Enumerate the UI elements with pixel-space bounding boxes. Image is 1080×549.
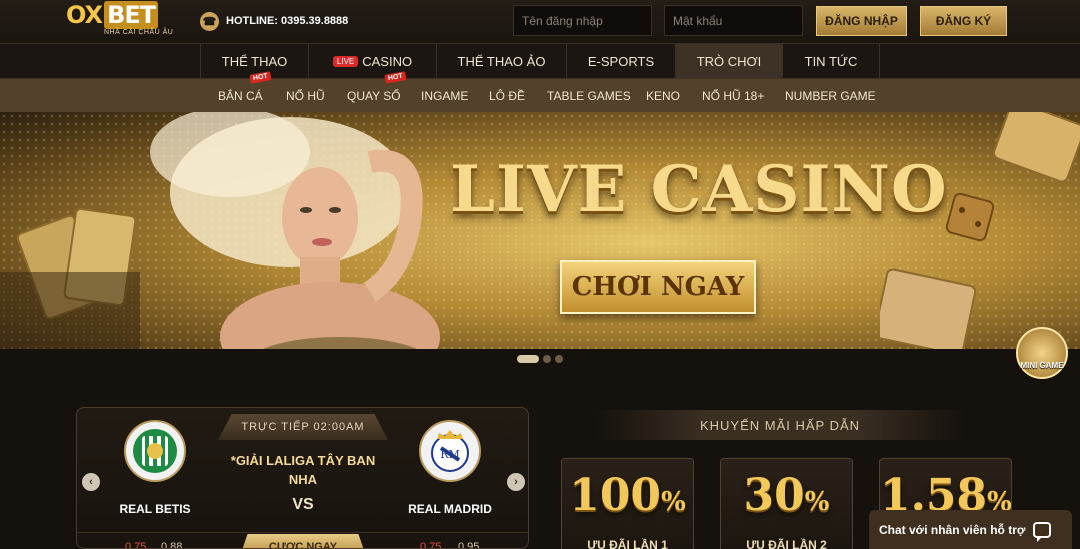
match-divider (77, 532, 528, 533)
carousel-dot[interactable] (543, 355, 551, 363)
banner-title: LIVE CASINO (450, 152, 948, 227)
subnav-item-fish[interactable]: BẮN CÁ HOT (218, 71, 272, 112)
carousel-dot[interactable] (517, 355, 539, 363)
subnav-item-lo-de[interactable]: LÔ ĐỀ (489, 79, 525, 112)
real-betis-crest-icon (124, 420, 186, 482)
promo-label: ƯU ĐÃI LẦN 1 (587, 538, 668, 549)
carousel-dot[interactable] (555, 355, 563, 363)
subnav-item-number-game[interactable]: NUMBER GAME (785, 79, 876, 112)
main-nav: THỂ THAO LIVE CASINO THỂ THAO ẢO E-SPORTS… (0, 44, 1080, 79)
subnav-item-keno[interactable]: KENO (646, 79, 680, 112)
promo-unit: % (804, 487, 830, 517)
next-match-arrow-icon[interactable]: › (507, 473, 525, 491)
hotline-text: HOTLINE: 0395.39.8888 (226, 15, 349, 27)
subnav-item-label: BẮN CÁ (218, 88, 263, 103)
promo-value: 30% (721, 471, 852, 527)
nav-item-casino[interactable]: LIVE CASINO (308, 44, 436, 79)
nav-item-virtual-sports[interactable]: THỂ THAO ẢO (436, 44, 566, 79)
home-team-name: REAL BETIS (119, 502, 191, 516)
nav-item-label: TIN TỨC (804, 54, 858, 69)
nav-item-news[interactable]: TIN TỨC (782, 44, 880, 79)
promo-label: ƯU ĐÃI LẦN 2 (746, 538, 827, 549)
subnav-item-label: NUMBER GAME (785, 88, 876, 103)
svg-text:RM: RM (440, 448, 460, 461)
versus-label: VS (292, 496, 314, 513)
bet-now-button[interactable]: CƯỢC NGAY (240, 534, 366, 548)
home-odds[interactable]: 0.88 (161, 541, 182, 548)
promo-value: 100% (562, 471, 693, 527)
subnav-item-table-games[interactable]: TABLE GAMES (547, 79, 631, 112)
chat-bubble-icon (1033, 521, 1052, 542)
logo[interactable]: OX BET NHÀ CÁI CHÂU ÂU (66, 1, 182, 40)
username-input[interactable] (513, 5, 652, 36)
logo-tagline: NHÀ CÁI CHÂU ÂU (104, 29, 174, 36)
subnav-item-label: TABLE GAMES (547, 88, 631, 103)
logo-ox-text: OX (66, 1, 103, 29)
nav-item-label: THỂ THAO ẢO (457, 54, 546, 69)
nav-item-label: E-SPORTS (587, 54, 655, 69)
live-match-card: TRỰC TIẾP 02:00AM RM ‹ › REAL BETIS REAL… (76, 407, 529, 549)
away-odds[interactable]: 0.75 (420, 541, 441, 548)
subnav-item-label: LÔ ĐỀ (489, 88, 526, 103)
promotions-title: KHUYẾN MÃI HẤP DẪN (596, 410, 964, 440)
subnav-item-slots[interactable]: NỔ HŨ (286, 79, 325, 112)
subnav-item-label: KENO (646, 88, 681, 103)
nav-item-esports[interactable]: E-SPORTS (566, 44, 675, 79)
password-input[interactable] (664, 5, 803, 36)
nav-item-games[interactable]: TRÒ CHƠI (675, 44, 782, 79)
phone-icon: ☎ (200, 11, 219, 31)
prev-match-arrow-icon[interactable]: ‹ (82, 473, 100, 491)
away-team-name: REAL MADRID (408, 502, 492, 516)
register-button[interactable]: ĐĂNG KÝ (920, 6, 1007, 36)
carousel-dots (0, 352, 1080, 366)
nav-item-label: THỂ THAO (221, 54, 288, 69)
nav-item-label: TRÒ CHƠI (696, 54, 762, 69)
away-odds[interactable]: 0.95 (458, 541, 479, 548)
sub-nav: BẮN CÁ HOT NỔ HŨ QUAY SỐ HOT INGAME LÔ ĐỀ … (0, 71, 1080, 112)
woman-model-image (150, 112, 440, 349)
hot-badge: HOT (249, 71, 272, 84)
logo-bet-text: BET (104, 1, 159, 29)
subnav-item-slots-18[interactable]: NỔ HŨ 18+ (702, 79, 764, 112)
subnav-item-ingame[interactable]: INGAME (421, 79, 468, 112)
play-now-button[interactable]: CHƠI NGAY (560, 260, 756, 314)
nav-item-label: CASINO (362, 54, 413, 69)
header: OX BET NHÀ CÁI CHÂU ÂU ☎ HOTLINE: 0395.39… (0, 0, 1080, 44)
real-madrid-crest-icon: RM (419, 420, 481, 482)
subnav-item-lottery-spin[interactable]: QUAY SỐ HOT (347, 71, 407, 112)
chat-label: Chat với nhân viên hỗ trợ (879, 522, 1026, 537)
support-chat-button[interactable]: Chat với nhân viên hỗ trợ (869, 510, 1072, 549)
live-badge: LIVE (332, 56, 359, 67)
dice-and-cards-icon (880, 112, 1080, 349)
promo-number: 100 (569, 470, 662, 521)
hot-badge: HOT (384, 71, 407, 84)
hero-banner[interactable]: LIVE CASINO CHƠI NGAY (0, 112, 1080, 349)
subnav-item-label: NỔ HŨ (286, 88, 325, 103)
subnav-item-label: NỔ HŨ 18+ (702, 88, 765, 103)
promo-card[interactable]: 30% ƯU ĐÃI LẦN 2 (720, 458, 853, 549)
promo-number: 30 (743, 470, 805, 521)
subnav-item-label: QUAY SỐ (347, 88, 401, 103)
mini-game-label: MINI GAME (1020, 361, 1064, 370)
home-odds[interactable]: 0.75 (125, 541, 146, 548)
subnav-item-label: INGAME (421, 88, 469, 103)
league-name: *GIẢI LALIGA TÂY BAN NHA (230, 453, 376, 487)
live-time-tag: TRỰC TIẾP 02:00AM (218, 414, 388, 440)
hotline: ☎ HOTLINE: 0395.39.8888 (200, 11, 348, 31)
mini-game-button[interactable]: MINI GAME (1016, 327, 1068, 379)
login-button[interactable]: ĐĂNG NHẬP (816, 6, 907, 36)
logo-wordmark: OX BET (66, 1, 182, 29)
promo-card[interactable]: 100% ƯU ĐÃI LẦN 1 (561, 458, 694, 549)
playing-cards-icon (0, 207, 140, 349)
promo-unit: % (661, 487, 686, 517)
